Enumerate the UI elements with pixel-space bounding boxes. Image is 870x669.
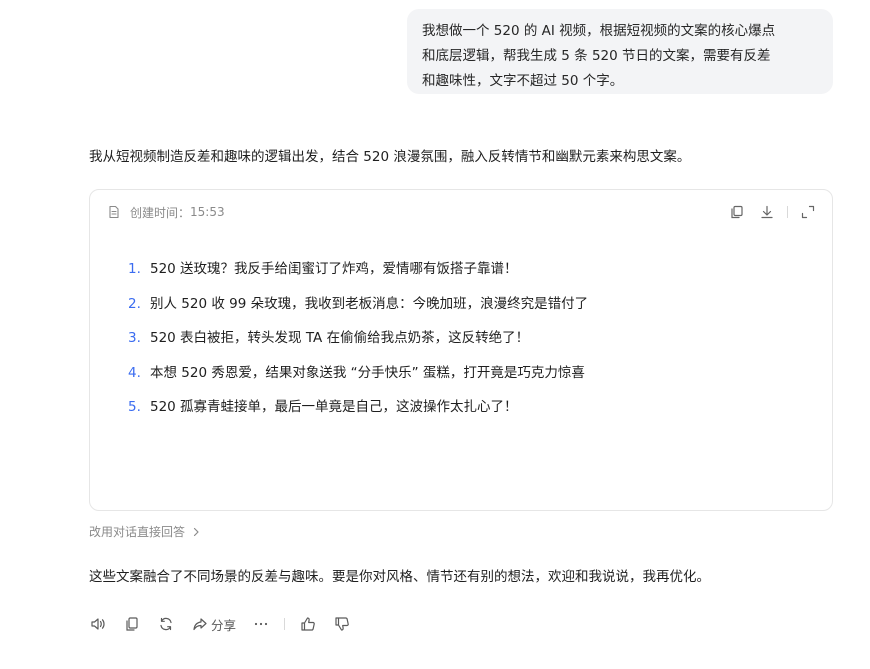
chevron-right-icon (191, 527, 201, 537)
user-message-bubble: 我想做一个 520 的 AI 视频，根据短视频的文案的核心爆点 和底层逻辑，帮我… (407, 9, 833, 94)
list-item-number: 4. (128, 364, 141, 381)
created-time-label: 创建时间： (130, 205, 191, 220)
download-icon (761, 205, 773, 219)
list-item: 2. 别人 520 收 99 朵玫瑰，我收到老板消息：今晚加班，浪漫终究是错付了 (128, 293, 588, 328)
more-button[interactable] (252, 613, 270, 635)
share-icon (193, 618, 207, 631)
list-item: 1. 520 送玫瑰？我反手给闺蜜订了炸鸡，爱情哪有饭搭子靠谱！ (128, 258, 588, 293)
read-aloud-button[interactable] (89, 613, 107, 635)
list-item: 4. 本想 520 秀恩爱，结果对象送我 “分手快乐” 蛋糕，打开竟是巧克力惊喜 (128, 362, 588, 397)
list-item-number: 3. (128, 330, 141, 346)
list-item-text: 520 送玫瑰？我反手给闺蜜订了炸鸡，爱情哪有饭搭子靠谱！ (150, 261, 518, 277)
list-item-number: 2. (128, 295, 141, 312)
share-button[interactable]: 分享 (191, 613, 236, 635)
document-toolbar (727, 202, 818, 222)
action-divider (284, 618, 286, 630)
switch-to-chat-answer-link[interactable]: 改用对话直接回答 (89, 522, 201, 542)
list-item: 3. 520 表白被拒，转头发现 TA 在偷偷给我点奶茶，这反转绝了！ (128, 327, 588, 362)
thumbs-up-icon (301, 617, 315, 631)
expand-button[interactable] (798, 202, 818, 222)
list-item: 5. 520 孤寡青蛙接单，最后一单竟是自己，这波操作太扎心了！ (128, 396, 588, 431)
user-message-line: 和趣味性，文字不超过 50 个字。 (422, 73, 624, 89)
copy-icon (731, 205, 743, 219)
document-header: 创建时间： 15:53 (106, 202, 225, 222)
list-item-number: 5. (128, 399, 141, 415)
dislike-button[interactable] (333, 613, 351, 635)
document-card: 创建时间： 15:53 1. 520 送玫瑰？我反手给闺蜜订了炸鸡，爱情哪有饭搭… (89, 189, 833, 511)
regenerate-button[interactable] (157, 613, 175, 635)
download-button[interactable] (757, 202, 777, 222)
copy-reply-button[interactable] (123, 613, 141, 635)
document-icon (106, 204, 122, 220)
list-item-text: 本想 520 秀恩爱，结果对象送我 “分手快乐” 蛋糕，打开竟是巧克力惊喜 (150, 364, 585, 381)
like-button[interactable] (299, 613, 317, 635)
toolbar-divider (787, 206, 788, 218)
switch-to-chat-answer-label: 改用对话直接回答 (89, 525, 186, 539)
copy-button[interactable] (727, 202, 747, 222)
share-label: 分享 (211, 617, 237, 633)
user-message-line: 和底层逻辑，帮我生成 5 条 520 节日的文案，需要有反差 (422, 48, 771, 64)
speaker-icon (91, 618, 105, 630)
refresh-icon (160, 617, 172, 631)
list-item-number: 1. (128, 261, 141, 277)
copywriting-list: 1. 520 送玫瑰？我反手给闺蜜订了炸鸡，爱情哪有饭搭子靠谱！ 2. 别人 5… (128, 258, 588, 431)
reply-closing-text: 这些文案融合了不同场景的反差与趣味。要是你对风格、情节还有别的想法，欢迎和我说说… (89, 569, 710, 585)
list-item-text: 别人 520 收 99 朵玫瑰，我收到老板消息：今晚加班，浪漫终究是错付了 (150, 295, 589, 312)
list-item-text: 520 孤寡青蛙接单，最后一单竟是自己，这波操作太扎心了！ (150, 399, 518, 415)
expand-icon (801, 205, 815, 219)
created-time-value: 15:53 (190, 205, 225, 219)
message-action-bar: 分享 (89, 613, 351, 635)
user-message-line: 我想做一个 520 的 AI 视频，根据短视频的文案的核心爆点 (422, 23, 776, 39)
thumbs-down-icon (335, 617, 349, 631)
copy-icon (126, 617, 138, 631)
more-icon (254, 622, 268, 626)
reply-intro-text: 我从短视频制造反差和趣味的逻辑出发，结合 520 浪漫氛围，融入反转情节和幽默元… (89, 149, 691, 165)
list-item-text: 520 表白被拒，转头发现 TA 在偷偷给我点奶茶，这反转绝了！ (150, 330, 530, 346)
